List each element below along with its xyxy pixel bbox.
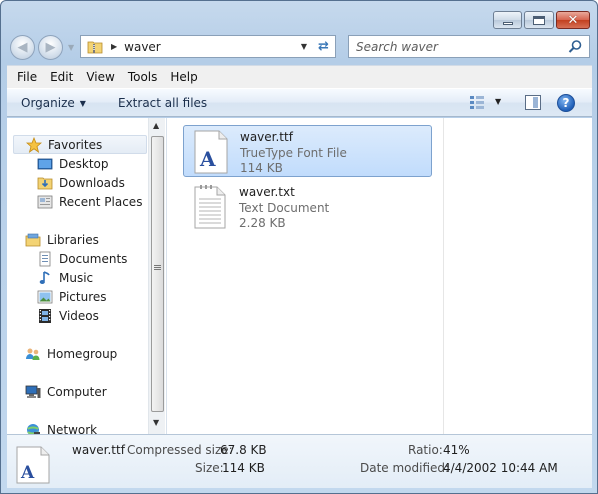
sidebar-item-homegroup[interactable]: Homegroup [25,344,117,363]
refresh-button[interactable]: ⇄ [312,35,336,58]
back-arrow-icon: ◀ [17,40,28,55]
sidebar-item-recent-places[interactable]: Recent Places [37,192,142,211]
file-type: Text Document [239,201,330,215]
sidebar-item-libraries[interactable]: Libraries [25,230,99,249]
close-icon: ✕ [567,12,579,28]
menu-help[interactable]: Help [170,70,197,84]
file-item[interactable]: waver.txt Text Document 2.28 KB [183,181,432,233]
sidebar-item-favorites[interactable]: Favorites [13,135,147,154]
navigation-scrollbar[interactable]: ▲ ▼ [148,118,165,434]
breadcrumb-separator-icon[interactable]: ▶ [111,42,117,51]
address-history-dropdown[interactable]: ▼ [301,42,307,51]
menu-edit[interactable]: Edit [50,70,73,84]
documents-icon [39,251,51,266]
preview-pane-icon[interactable] [525,95,541,110]
downloads-folder-icon [37,177,53,189]
scroll-grip-icon [154,265,161,271]
sidebar-item-videos[interactable]: Videos [37,306,99,325]
file-size: 2.28 KB [239,216,286,230]
menu-tools[interactable]: Tools [128,70,158,84]
compressed-size-label: Compressed size: [127,443,233,457]
sidebar-item-desktop[interactable]: Desktop [37,154,109,173]
column-divider [443,118,444,434]
font-file-icon: A [16,446,50,484]
menu-bar: File Edit View Tools Help [7,65,592,88]
sidebar-item-pictures[interactable]: Pictures [37,287,107,306]
extract-all-files-button[interactable]: Extract all files [118,96,207,110]
forward-arrow-icon: ▶ [45,40,56,55]
music-note-icon [39,270,50,284]
navigation-row: ◀ ▶ ▼ ▶ waver ▼ ⇄ Search waver [7,35,591,60]
libraries-icon [25,233,41,246]
organize-dropdown-icon: ▼ [79,99,86,108]
views-dropdown-icon[interactable]: ▼ [495,97,501,106]
close-button[interactable]: ✕ [556,11,590,29]
text-document-icon [194,185,226,229]
sidebar-item-network[interactable]: Network [25,420,97,434]
organize-button[interactable]: Organize ▼ [21,96,86,110]
recent-pages-dropdown[interactable]: ▼ [68,43,74,52]
command-bar: Organize ▼ Extract all files ▼ ? [7,88,592,117]
size-label: Size: [195,461,224,475]
ratio-value: 41% [443,443,470,457]
homegroup-icon [26,348,40,360]
explorer-window: ✕ ◀ ▶ ▼ ▶ waver ▼ ⇄ Search waver File Ed… [0,0,598,494]
zip-folder-icon [87,41,103,53]
date-modified-label: Date modified: [360,461,450,475]
maximize-icon [533,15,545,25]
file-list: A waver.ttf TrueType Font File 114 KB wa… [167,118,592,434]
scroll-up-icon[interactable]: ▲ [153,121,159,130]
minimize-icon [502,21,513,25]
ratio-label: Ratio: [408,443,443,457]
font-file-icon: A [194,130,228,174]
sidebar-item-downloads[interactable]: Downloads [37,173,125,192]
desktop-icon [37,158,53,169]
scroll-down-icon[interactable]: ▼ [153,418,159,427]
svg-text:A: A [199,147,216,171]
minimize-button[interactable] [493,11,522,29]
size-value: 114 KB [222,461,265,475]
scroll-thumb[interactable] [151,136,164,412]
sidebar-item-music[interactable]: Music [37,268,93,287]
forward-button[interactable]: ▶ [38,35,63,60]
sidebar-item-documents[interactable]: Documents [37,249,127,268]
network-icon [27,423,40,434]
breadcrumb-waver[interactable]: waver [124,40,161,54]
search-icon[interactable] [568,39,583,54]
change-view-icon[interactable] [469,95,485,110]
recent-places-icon [37,195,53,208]
compressed-size-value: 67.8 KB [220,443,267,457]
search-box[interactable]: Search waver [348,35,590,58]
details-pane: A waver.ttf Compressed size: 67.8 KB Siz… [7,434,592,488]
back-button[interactable]: ◀ [10,35,35,60]
computer-icon [25,385,41,398]
film-strip-icon [39,308,51,323]
address-bar[interactable]: ▶ waver ▼ [80,35,314,58]
refresh-icon: ⇄ [318,39,329,54]
navigation-pane: Favorites Desktop Downloads Recent Place… [7,118,167,434]
svg-text:A: A [20,463,35,483]
file-name: waver.txt [239,185,295,199]
menu-view[interactable]: View [86,70,114,84]
file-size: 114 KB [240,161,283,175]
pictures-icon [37,290,53,303]
file-name: waver.ttf [240,130,293,144]
file-type: TrueType Font File [240,146,347,160]
file-item[interactable]: A waver.ttf TrueType Font File 114 KB [183,125,432,177]
star-icon [26,136,42,153]
search-input[interactable]: Search waver [356,40,438,54]
menu-file[interactable]: File [17,70,37,84]
date-modified-value: 4/4/2002 10:44 AM [443,461,558,475]
title-bar: ✕ [1,1,597,31]
sidebar-item-computer[interactable]: Computer [25,382,107,401]
details-file-name: waver.ttf [72,443,125,457]
maximize-button[interactable] [524,11,554,29]
help-icon[interactable]: ? [557,94,575,112]
